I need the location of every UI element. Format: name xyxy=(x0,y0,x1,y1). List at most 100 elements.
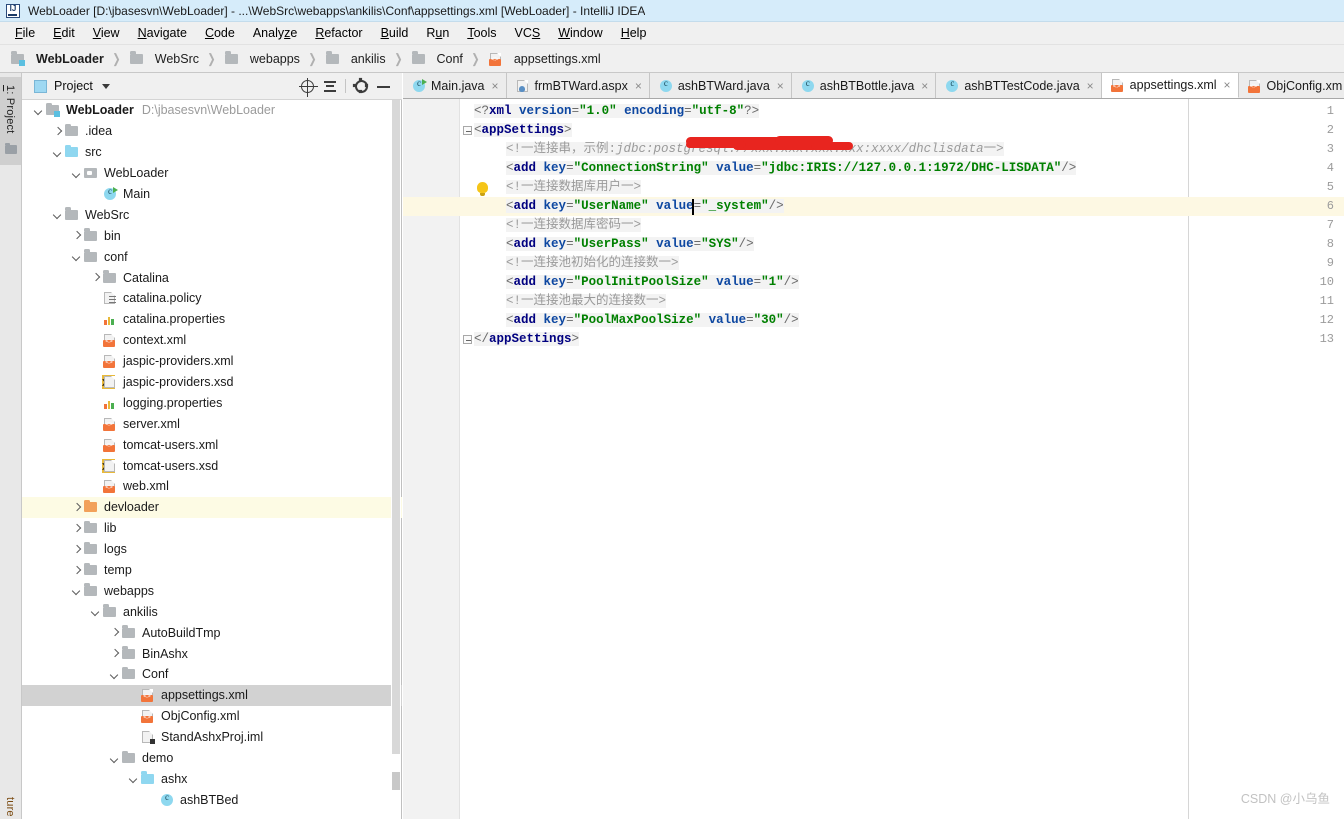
menu-window[interactable]: Window xyxy=(549,23,611,43)
chevron-down-icon[interactable] xyxy=(101,83,110,89)
chevron-down-icon[interactable] xyxy=(51,208,64,221)
tree-item-appsettings-xml[interactable]: appsettings.xml xyxy=(22,684,402,706)
chevron-down-icon[interactable] xyxy=(32,104,45,117)
breadcrumb-item-ankilis[interactable]: ankilis xyxy=(323,51,388,66)
tree-item-catalina-properties[interactable]: catalina.properties xyxy=(22,309,402,330)
chevron-down-icon[interactable] xyxy=(51,146,64,159)
chevron-right-icon[interactable] xyxy=(89,271,102,284)
project-tree-scrollbar[interactable] xyxy=(391,100,401,819)
code-editor[interactable]: 1 <?xml version="1.0" encoding="utf-8"?> 2… xyxy=(403,99,1344,819)
project-tree[interactable]: WebLoader D:\jbasesvn\WebLoader .idea src We… xyxy=(22,100,402,819)
tree-item-logs[interactable]: logs xyxy=(22,539,402,560)
menu-code[interactable]: Code xyxy=(196,23,244,43)
chevron-right-icon[interactable] xyxy=(108,647,121,660)
breadcrumb-item-appsettings-xml[interactable]: appsettings.xml xyxy=(486,52,603,66)
chevron-right-icon[interactable] xyxy=(108,626,121,639)
tree-item--idea[interactable]: .idea xyxy=(22,121,402,142)
menu-refactor[interactable]: Refactor xyxy=(306,23,371,43)
editor-tab-appsettings-xml[interactable]: appsettings.xml × xyxy=(1101,73,1239,98)
chevron-down-icon[interactable] xyxy=(108,752,121,765)
chevron-right-icon[interactable] xyxy=(70,501,83,514)
close-icon[interactable]: × xyxy=(635,80,642,92)
code-line-10[interactable]: <add key="PoolInitPoolSize" value="1"/> xyxy=(474,273,799,292)
code-line-9[interactable]: <!一连接池初始化的连接数一> xyxy=(474,254,679,273)
editor-tab-frmbtward-aspx[interactable]: frmBTWard.aspx × xyxy=(506,73,650,98)
tree-item-lib[interactable]: lib xyxy=(22,518,402,539)
breadcrumb-item-webapps[interactable]: webapps xyxy=(222,51,302,66)
code-line-13[interactable]: </appSettings> xyxy=(474,330,580,349)
code-line-4[interactable]: <add key="ConnectionString" value="jdbc:… xyxy=(474,159,1077,178)
settings-button[interactable] xyxy=(350,76,372,96)
editor-tab-ashbttestcode-java[interactable]: ashBTTestCode.java × xyxy=(936,73,1102,98)
tree-item-main[interactable]: Main xyxy=(22,184,402,205)
tool-window-button-structure-label[interactable]: ture xyxy=(4,797,16,817)
tree-item-jaspic-providers-xsd[interactable]: jaspic-providers.xsd xyxy=(22,372,402,393)
tree-item-websrc[interactable]: WebSrc xyxy=(22,204,402,225)
menu-view[interactable]: View xyxy=(84,23,129,43)
fold-marker[interactable] xyxy=(463,335,472,344)
tree-item-webloader[interactable]: WebLoader xyxy=(22,163,402,184)
tree-item-src[interactable]: src xyxy=(22,142,402,163)
menu-tools[interactable]: Tools xyxy=(458,23,505,43)
tree-item-conf[interactable]: Conf xyxy=(22,664,402,685)
menu-edit[interactable]: Edit xyxy=(44,23,84,43)
code-line-12[interactable]: <add key="PoolMaxPoolSize" value="30"/> xyxy=(474,311,799,330)
editor-tab-main-java[interactable]: Main.java × xyxy=(403,73,507,98)
tree-item-context-xml[interactable]: context.xml xyxy=(22,330,402,351)
menu-file[interactable]: File xyxy=(6,23,44,43)
code-line-11[interactable]: <!一连接池最大的连接数一> xyxy=(474,292,667,311)
intention-bulb-icon[interactable] xyxy=(477,182,488,196)
chevron-right-icon[interactable] xyxy=(51,125,64,138)
breadcrumb-item-webloader[interactable]: WebLoader xyxy=(8,51,106,66)
chevron-down-icon[interactable] xyxy=(70,167,83,180)
tree-item-objconfig-xml[interactable]: ObjConfig.xml xyxy=(22,706,402,727)
chevron-right-icon[interactable] xyxy=(70,522,83,535)
breadcrumb-item-conf[interactable]: Conf xyxy=(409,51,465,66)
editor-tab-ashbtward-java[interactable]: ashBTWard.java × xyxy=(649,73,792,98)
menu-build[interactable]: Build xyxy=(372,23,418,43)
close-icon[interactable]: × xyxy=(1224,79,1231,91)
tree-item-catalina-policy[interactable]: catalina.policy xyxy=(22,288,402,309)
tree-item-webapps[interactable]: webapps xyxy=(22,580,402,601)
chevron-down-icon[interactable] xyxy=(70,584,83,597)
tree-item-web-xml[interactable]: web.xml xyxy=(22,476,402,497)
menu-analyze[interactable]: Analyze xyxy=(244,23,306,43)
chevron-right-icon[interactable] xyxy=(70,564,83,577)
close-icon[interactable]: × xyxy=(921,80,928,92)
close-icon[interactable]: × xyxy=(492,80,499,92)
tree-item-webloader[interactable]: WebLoader D:\jbasesvn\WebLoader xyxy=(22,100,402,121)
close-icon[interactable]: × xyxy=(777,80,784,92)
editor-tab-ashbtbottle-java[interactable]: ashBTBottle.java × xyxy=(791,73,937,98)
scrollbar-thumb-secondary[interactable] xyxy=(392,772,400,790)
tree-item-jaspic-providers-xml[interactable]: jaspic-providers.xml xyxy=(22,351,402,372)
scrollbar-thumb[interactable] xyxy=(392,100,400,754)
tree-item-server-xml[interactable]: server.xml xyxy=(22,413,402,434)
fold-marker[interactable] xyxy=(463,126,472,135)
breadcrumb-item-websrc[interactable]: WebSrc xyxy=(127,51,201,66)
chevron-down-icon[interactable] xyxy=(127,772,140,785)
editor-tab-objconfig-xm[interactable]: ObjConfig.xm× xyxy=(1238,73,1344,98)
tree-item-bin[interactable]: bin xyxy=(22,225,402,246)
code-line-7[interactable]: <!一连接数据库密码一> xyxy=(474,216,642,235)
tree-item-ashbtbed[interactable]: ashBTBed xyxy=(22,789,402,810)
tree-item-demo[interactable]: demo xyxy=(22,748,402,769)
menu-navigate[interactable]: Navigate xyxy=(129,23,196,43)
tree-item-logging-properties[interactable]: logging.properties xyxy=(22,392,402,413)
menu-run[interactable]: Run xyxy=(417,23,458,43)
menu-vcs[interactable]: VCS xyxy=(506,23,550,43)
collapse-all-button[interactable] xyxy=(319,76,341,96)
code-line-5[interactable]: <!一连接数据库用户一> xyxy=(474,178,642,197)
tree-item-tomcat-users-xsd[interactable]: tomcat-users.xsd xyxy=(22,455,402,476)
code-line-1[interactable]: <?xml version="1.0" encoding="utf-8"?> xyxy=(474,102,760,121)
select-opened-file-button[interactable] xyxy=(297,76,319,97)
code-line-2[interactable]: <appSettings> xyxy=(474,121,572,140)
close-icon[interactable]: × xyxy=(1087,80,1094,92)
menu-help[interactable]: Help xyxy=(612,23,656,43)
chevron-right-icon[interactable] xyxy=(70,229,83,242)
code-line-6[interactable]: <add key="UserName" value="_system"/> xyxy=(474,197,784,216)
tree-item-temp[interactable]: temp xyxy=(22,560,402,581)
chevron-down-icon[interactable] xyxy=(89,605,102,618)
hide-button[interactable] xyxy=(372,76,394,96)
tree-item-tomcat-users-xml[interactable]: tomcat-users.xml xyxy=(22,434,402,455)
tree-item-binashx[interactable]: BinAshx xyxy=(22,643,402,664)
